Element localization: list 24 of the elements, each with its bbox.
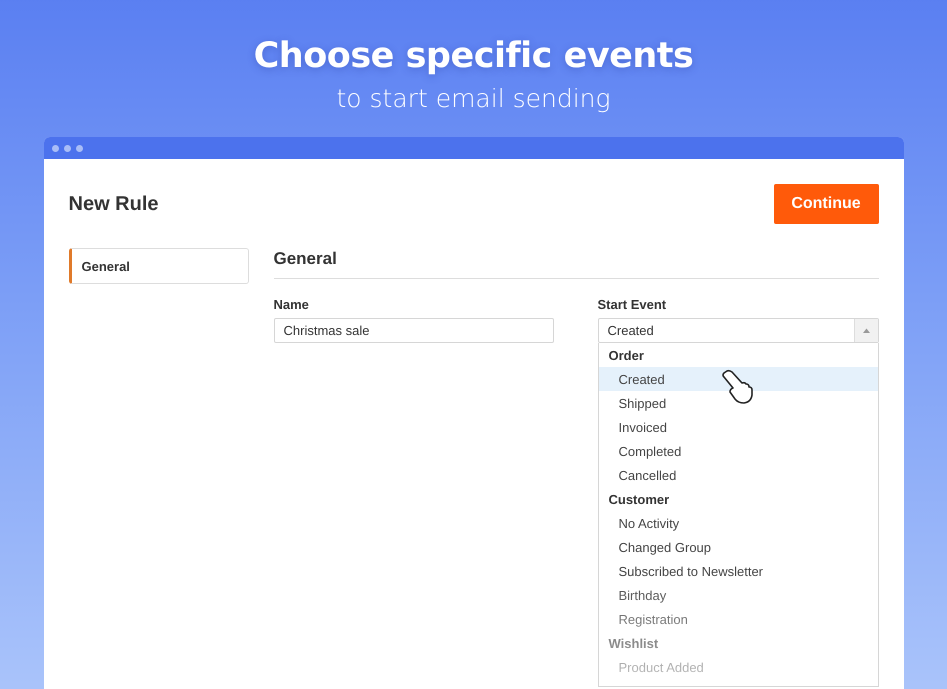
sidebar-item[interactable]: General	[68, 248, 248, 284]
field-label: Name	[274, 297, 310, 312]
dropdown-option[interactable]: No Activity	[598, 511, 878, 535]
group-label: Order	[608, 346, 645, 364]
group-label: Wishlist	[608, 634, 660, 652]
dropdown-option[interactable]: Created	[598, 367, 878, 391]
dropdown-option[interactable]: Subscribed to Newsletter	[598, 559, 878, 583]
caret-up-icon	[854, 319, 878, 342]
dropdown-option[interactable]: Cancelled	[598, 463, 878, 487]
select-field[interactable]: Created	[598, 318, 878, 343]
group-label: Customer	[608, 490, 670, 508]
name-input[interactable]: Christmas sale	[274, 318, 554, 343]
headline: Choose specific events	[254, 36, 694, 76]
dropdown-option[interactable]: Shipped	[598, 391, 878, 415]
dropdown-option[interactable]: Birthday	[598, 583, 878, 607]
dropdown-option[interactable]: Invoiced	[598, 415, 878, 439]
hand-cursor-icon	[720, 369, 754, 405]
dropdown-option[interactable]: Registration	[598, 607, 878, 631]
section-title: General	[274, 248, 338, 270]
subheadline: to start email sending	[336, 84, 611, 113]
dropdown-option[interactable]: Changed Group	[598, 535, 878, 559]
dropdown-option[interactable]: Completed	[598, 439, 878, 463]
page-title: New Rule	[68, 192, 159, 216]
field-label: Start Event	[598, 297, 668, 312]
